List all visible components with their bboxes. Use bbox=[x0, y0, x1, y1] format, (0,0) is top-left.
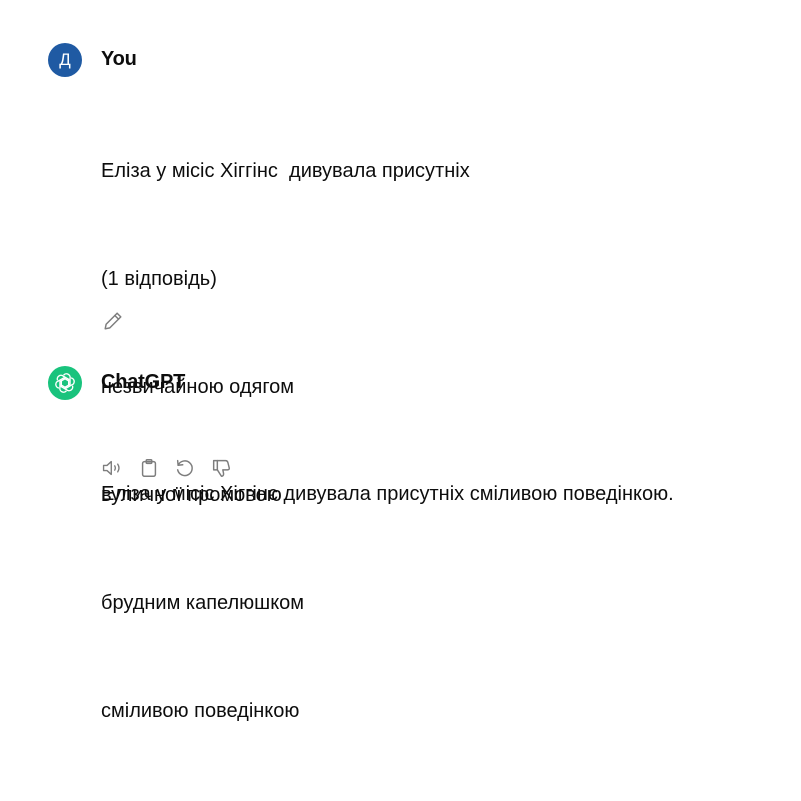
read-aloud-button[interactable] bbox=[101, 456, 125, 480]
regenerate-button[interactable] bbox=[173, 456, 197, 480]
user-avatar-letter: Д bbox=[59, 50, 71, 69]
clipboard-icon bbox=[141, 459, 157, 477]
edit-message-button[interactable] bbox=[101, 309, 125, 333]
user-avatar: Д bbox=[48, 43, 82, 77]
regenerate-icon bbox=[176, 459, 193, 477]
speaker-icon bbox=[102, 460, 120, 476]
pencil-icon bbox=[104, 312, 122, 330]
user-message-actions bbox=[101, 309, 125, 333]
user-message-line: Еліза у місіс Хіггінс дивувала присутніх bbox=[101, 160, 470, 182]
openai-logo-icon bbox=[55, 373, 75, 393]
assistant-author-name: ChatGPT bbox=[101, 371, 186, 393]
user-author-name: You bbox=[101, 48, 137, 70]
assistant-message-line: Еліза у місіс Хіггінс дивувала присутніх… bbox=[101, 483, 674, 505]
chatgpt-logo-avatar bbox=[48, 366, 82, 400]
assistant-message-text: Еліза у місіс Хіггінс дивувала присутніх… bbox=[101, 404, 674, 584]
user-message-line: брудним капелюшком bbox=[101, 592, 305, 614]
assistant-message-actions bbox=[101, 456, 233, 480]
user-message-line: сміливою поведінкою bbox=[101, 700, 300, 722]
user-message-line: (1 відповідь) bbox=[101, 268, 217, 290]
thumbs-down-icon bbox=[212, 459, 231, 477]
copy-button[interactable] bbox=[137, 456, 161, 480]
thumbs-down-button[interactable] bbox=[209, 456, 233, 480]
